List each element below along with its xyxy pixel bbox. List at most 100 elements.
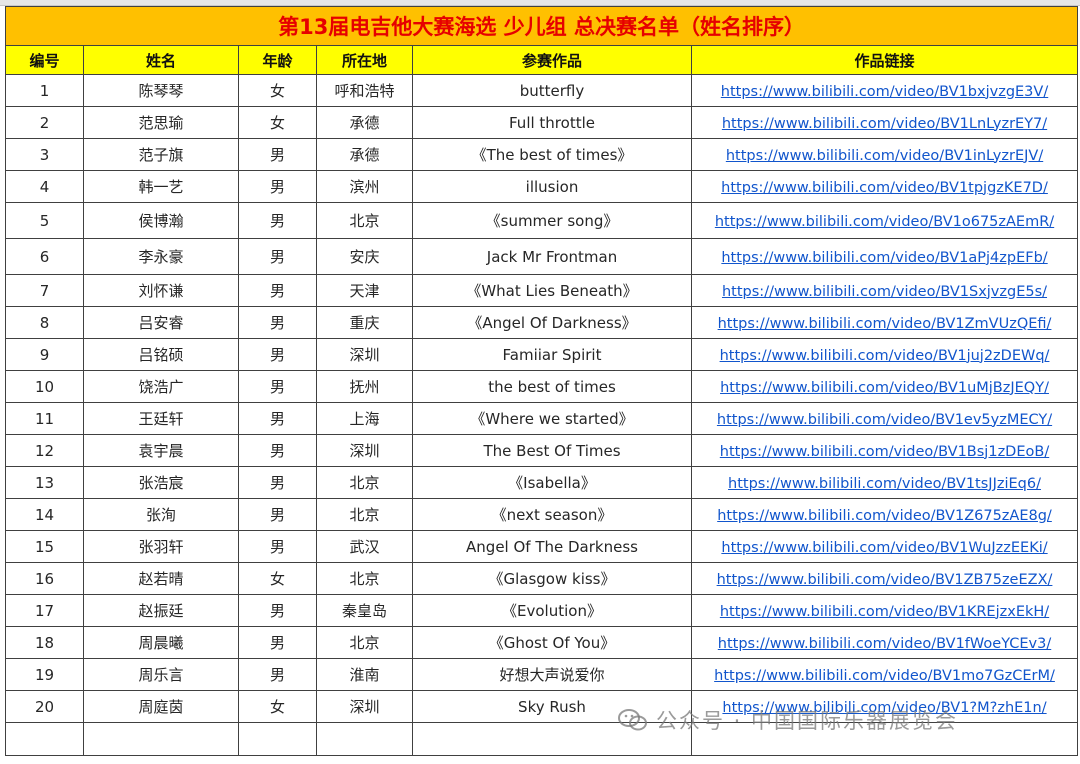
link-cell[interactable]: https://www.bilibili.com/video/BV1WuJzzE… (690, 530, 1079, 563)
number-cell[interactable]: 10 (5, 370, 84, 403)
number-cell[interactable]: 6 (5, 238, 84, 275)
location-cell[interactable]: 深圳 (316, 338, 413, 371)
video-link[interactable]: https://www.bilibili.com/video/BV1ev5yzM… (717, 412, 1052, 428)
age-cell[interactable]: 男 (238, 338, 317, 371)
location-cell[interactable]: 北京 (316, 498, 413, 531)
name-cell[interactable]: 张浩宸 (83, 466, 239, 499)
video-link[interactable]: https://www.bilibili.com/video/BV1Z675zA… (717, 508, 1052, 524)
number-cell[interactable]: 19 (5, 658, 84, 691)
link-cell[interactable]: https://www.bilibili.com/video/BV1Sxjvzg… (690, 274, 1079, 307)
work-cell[interactable]: 《Isabella》 (412, 466, 692, 499)
work-cell[interactable]: 《Glasgow kiss》 (412, 562, 692, 595)
video-link[interactable]: https://www.bilibili.com/video/BV1LnLyzr… (722, 116, 1047, 132)
video-link[interactable]: https://www.bilibili.com/video/BV1WuJzzE… (721, 540, 1047, 556)
video-link[interactable]: https://www.bilibili.com/video/BV1ZB75ze… (717, 572, 1053, 588)
age-cell[interactable]: 男 (238, 594, 317, 627)
link-cell[interactable]: https://www.bilibili.com/video/BV1inLyzr… (690, 138, 1079, 171)
name-cell[interactable]: 陈琴琴 (83, 74, 239, 107)
name-cell[interactable]: 吕铭硕 (83, 338, 239, 371)
video-link[interactable]: https://www.bilibili.com/video/BV1tsJJzi… (728, 476, 1041, 492)
video-link[interactable]: https://www.bilibili.com/video/BV1juj2zD… (720, 348, 1050, 364)
empty-cell[interactable] (5, 722, 84, 756)
video-link[interactable]: https://www.bilibili.com/video/BV1aPj4zp… (721, 250, 1047, 266)
video-link[interactable]: https://www.bilibili.com/video/BV1?M?zhE… (722, 700, 1046, 716)
link-cell[interactable]: https://www.bilibili.com/video/BV1mo7GzC… (690, 658, 1079, 691)
age-cell[interactable]: 男 (238, 626, 317, 659)
name-cell[interactable]: 赵若晴 (83, 562, 239, 595)
link-cell[interactable]: https://www.bilibili.com/video/BV1bxjvzg… (690, 74, 1079, 107)
link-cell[interactable]: https://www.bilibili.com/video/BV1Bsj1zD… (690, 434, 1079, 467)
work-cell[interactable]: 《Angel Of Darkness》 (412, 306, 692, 339)
video-link[interactable]: https://www.bilibili.com/video/BV1inLyzr… (726, 148, 1043, 164)
header-location[interactable]: 所在地 (316, 45, 413, 75)
age-cell[interactable]: 男 (238, 402, 317, 435)
age-cell[interactable]: 男 (238, 306, 317, 339)
name-cell[interactable]: 范子旗 (83, 138, 239, 171)
video-link[interactable]: https://www.bilibili.com/video/BV1Sxjvzg… (722, 284, 1047, 300)
link-cell[interactable]: https://www.bilibili.com/video/BV1uMjBzJ… (690, 370, 1079, 403)
name-cell[interactable]: 赵振廷 (83, 594, 239, 627)
name-cell[interactable]: 周晨曦 (83, 626, 239, 659)
number-cell[interactable]: 13 (5, 466, 84, 499)
location-cell[interactable]: 北京 (316, 626, 413, 659)
number-cell[interactable]: 5 (5, 202, 84, 239)
link-cell[interactable]: https://www.bilibili.com/video/BV1Z675zA… (690, 498, 1079, 531)
link-cell[interactable]: https://www.bilibili.com/video/BV1aPj4zp… (690, 238, 1079, 275)
empty-cell[interactable] (83, 722, 239, 756)
location-cell[interactable]: 承德 (316, 138, 413, 171)
link-cell[interactable]: https://www.bilibili.com/video/BV1ZmVUzQ… (690, 306, 1079, 339)
number-cell[interactable]: 18 (5, 626, 84, 659)
video-link[interactable]: https://www.bilibili.com/video/BV1tpjgzK… (721, 180, 1048, 196)
number-cell[interactable]: 9 (5, 338, 84, 371)
name-cell[interactable]: 李永豪 (83, 238, 239, 275)
name-cell[interactable]: 袁宇晨 (83, 434, 239, 467)
age-cell[interactable]: 男 (238, 370, 317, 403)
work-cell[interactable]: 《summer song》 (412, 202, 692, 239)
empty-cell[interactable] (690, 722, 1079, 756)
link-cell[interactable]: https://www.bilibili.com/video/BV1?M?zhE… (690, 690, 1079, 723)
name-cell[interactable]: 张洵 (83, 498, 239, 531)
age-cell[interactable]: 女 (238, 562, 317, 595)
number-cell[interactable]: 11 (5, 402, 84, 435)
location-cell[interactable]: 武汉 (316, 530, 413, 563)
link-cell[interactable]: https://www.bilibili.com/video/BV1fWoeYC… (690, 626, 1079, 659)
age-cell[interactable]: 男 (238, 238, 317, 275)
work-cell[interactable]: Angel Of The Darkness (412, 530, 692, 563)
number-cell[interactable]: 1 (5, 74, 84, 107)
name-cell[interactable]: 侯博瀚 (83, 202, 239, 239)
work-cell[interactable]: Jack Mr Frontman (412, 238, 692, 275)
link-cell[interactable]: https://www.bilibili.com/video/BV1ZB75ze… (690, 562, 1079, 595)
location-cell[interactable]: 北京 (316, 562, 413, 595)
age-cell[interactable]: 男 (238, 466, 317, 499)
work-cell[interactable]: butterfly (412, 74, 692, 107)
name-cell[interactable]: 周乐言 (83, 658, 239, 691)
header-link[interactable]: 作品链接 (690, 45, 1079, 75)
location-cell[interactable]: 上海 (316, 402, 413, 435)
video-link[interactable]: https://www.bilibili.com/video/BV1uMjBzJ… (720, 380, 1049, 396)
work-cell[interactable]: the best of times (412, 370, 692, 403)
work-cell[interactable]: Sky Rush (412, 690, 692, 723)
location-cell[interactable]: 安庆 (316, 238, 413, 275)
number-cell[interactable]: 15 (5, 530, 84, 563)
age-cell[interactable]: 男 (238, 434, 317, 467)
location-cell[interactable]: 秦皇岛 (316, 594, 413, 627)
link-cell[interactable]: https://www.bilibili.com/video/BV1juj2zD… (690, 338, 1079, 371)
number-cell[interactable]: 2 (5, 106, 84, 139)
header-name[interactable]: 姓名 (83, 45, 239, 75)
work-cell[interactable]: 好想大声说爱你 (412, 658, 692, 691)
empty-cell[interactable] (412, 722, 692, 756)
video-link[interactable]: https://www.bilibili.com/video/BV1fWoeYC… (718, 636, 1051, 652)
name-cell[interactable]: 饶浩广 (83, 370, 239, 403)
work-cell[interactable]: 《What Lies Beneath》 (412, 274, 692, 307)
work-cell[interactable]: 《Evolution》 (412, 594, 692, 627)
link-cell[interactable]: https://www.bilibili.com/video/BV1LnLyzr… (690, 106, 1079, 139)
name-cell[interactable]: 王廷轩 (83, 402, 239, 435)
work-cell[interactable]: illusion (412, 170, 692, 203)
age-cell[interactable]: 男 (238, 530, 317, 563)
work-cell[interactable]: 《The best of times》 (412, 138, 692, 171)
work-cell[interactable]: Famiiar Spirit (412, 338, 692, 371)
location-cell[interactable]: 重庆 (316, 306, 413, 339)
name-cell[interactable]: 张羽轩 (83, 530, 239, 563)
number-cell[interactable]: 8 (5, 306, 84, 339)
location-cell[interactable]: 北京 (316, 466, 413, 499)
